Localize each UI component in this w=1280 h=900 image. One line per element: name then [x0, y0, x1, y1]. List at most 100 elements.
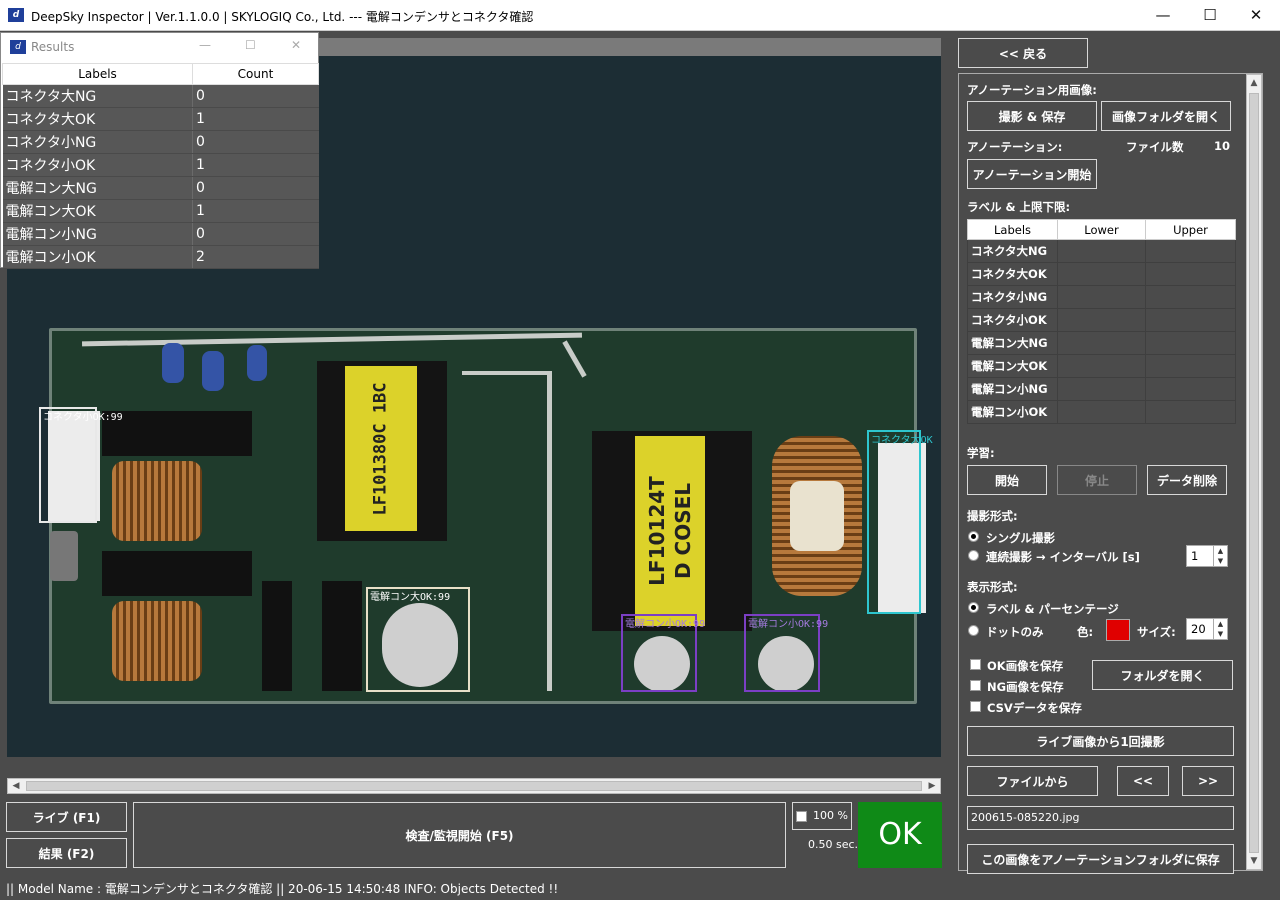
- detection-box: 電解コン大OK:99: [366, 587, 470, 692]
- save-csv-checkbox[interactable]: [970, 701, 981, 712]
- annotation-start-button[interactable]: アノーテーション開始: [967, 159, 1097, 189]
- save-ng-label: NG画像を保存: [987, 680, 1064, 694]
- upper-limit-cell[interactable]: [1145, 354, 1236, 378]
- limit-row[interactable]: 電解コン小OK: [967, 400, 1236, 424]
- label-percent-radio[interactable]: [968, 602, 979, 613]
- upper-limit-cell[interactable]: [1145, 331, 1236, 355]
- upper-limit-cell[interactable]: [1145, 285, 1236, 309]
- upper-limit-cell[interactable]: [1145, 308, 1236, 332]
- results-row: 電解コン大NG 0: [2, 176, 319, 200]
- results-title: Results: [31, 40, 75, 54]
- close-button[interactable]: ✕: [1233, 0, 1279, 31]
- annotation-label: アノーテーション:: [967, 140, 1063, 154]
- window-title: DeepSky Inspector | Ver.1.1.0.0 | SKYLOG…: [31, 10, 534, 24]
- learning-start-button[interactable]: 開始: [967, 465, 1047, 495]
- one-shot-from-live-button[interactable]: ライブ画像から1回撮影: [967, 726, 1234, 756]
- limit-row[interactable]: 電解コン大OK: [967, 354, 1236, 378]
- limit-row[interactable]: コネクタ小OK: [967, 308, 1236, 332]
- scroll-down-icon[interactable]: ▼: [1247, 853, 1261, 869]
- stepper-down-icon[interactable]: ▼: [1214, 556, 1227, 566]
- interval-stepper[interactable]: 1 ▲ ▼: [1186, 545, 1228, 567]
- open-image-folder-button[interactable]: 画像フォルダを開く: [1101, 101, 1231, 131]
- upper-limit-cell[interactable]: [1145, 377, 1236, 401]
- black-component: [262, 581, 292, 691]
- scroll-right-icon[interactable]: ▶: [924, 779, 940, 793]
- metal-bracket: [562, 340, 587, 378]
- metal-bracket: [81, 332, 583, 347]
- upper-limit-cell[interactable]: [1145, 400, 1236, 424]
- scroll-thumb[interactable]: [1249, 93, 1259, 853]
- copper-coil: [112, 461, 202, 541]
- single-shot-radio[interactable]: [968, 531, 979, 542]
- upper-limit-cell[interactable]: [1145, 262, 1236, 286]
- verdict-indicator: OK: [858, 802, 942, 868]
- results-maximize-button[interactable]: ☐: [245, 38, 256, 52]
- results-window[interactable]: d Results — ☐ ✕ Labels Count コネクタ大NG 0 コネク…: [0, 32, 319, 269]
- viewer-horizontal-scrollbar[interactable]: ◀ ▶: [7, 778, 941, 794]
- scroll-up-icon[interactable]: ▲: [1247, 75, 1261, 91]
- scroll-left-icon[interactable]: ◀: [8, 779, 24, 793]
- scroll-thumb[interactable]: [26, 781, 922, 791]
- lower-limit-cell[interactable]: [1057, 308, 1146, 332]
- continuous-shot-radio[interactable]: [968, 550, 979, 561]
- dot-color-swatch[interactable]: [1106, 619, 1130, 641]
- live-button[interactable]: ライブ (F1): [6, 802, 127, 832]
- lower-limit-cell[interactable]: [1057, 262, 1146, 286]
- results-button[interactable]: 結果 (F2): [6, 838, 127, 868]
- results-close-button[interactable]: ✕: [291, 38, 301, 52]
- save-ng-checkbox[interactable]: [970, 680, 981, 691]
- lower-limit-cell[interactable]: [1057, 285, 1146, 309]
- back-button[interactable]: << 戻る: [958, 38, 1088, 68]
- previous-image-button[interactable]: <<: [1117, 766, 1169, 796]
- blue-capacitor: [247, 345, 267, 381]
- stepper-up-icon[interactable]: ▲: [1214, 619, 1227, 629]
- limit-label: コネクタ小OK: [967, 308, 1058, 332]
- limit-label: 電解コン大NG: [967, 331, 1058, 355]
- lower-limit-cell[interactable]: [1057, 354, 1146, 378]
- limit-label: コネクタ大NG: [967, 239, 1058, 263]
- limit-row[interactable]: 電解コン大NG: [967, 331, 1236, 355]
- zoom-checkbox[interactable]: [796, 811, 807, 822]
- lower-limit-cell[interactable]: [1057, 400, 1146, 424]
- from-file-button[interactable]: ファイルから: [967, 766, 1098, 796]
- minimize-button[interactable]: —: [1140, 0, 1186, 31]
- shoot-save-button[interactable]: 撮影 & 保存: [967, 101, 1097, 131]
- delete-data-button[interactable]: データ削除: [1147, 465, 1227, 495]
- zoom-toggle[interactable]: 100 %: [792, 802, 852, 830]
- column-header: Upper: [1145, 219, 1236, 240]
- save-ok-checkbox[interactable]: [970, 659, 981, 670]
- label-limits-table[interactable]: Labels Lower Upper コネクタ大NG コネクタ大OK コネクタ小NG…: [967, 219, 1236, 424]
- stepper-down-icon[interactable]: ▼: [1214, 629, 1227, 639]
- maximize-button[interactable]: ☐: [1187, 0, 1233, 31]
- black-component: [102, 411, 252, 456]
- detection-box: 電解コン小OK:99: [744, 614, 828, 692]
- dot-only-radio[interactable]: [968, 625, 979, 636]
- lower-limit-cell[interactable]: [1057, 331, 1146, 355]
- limit-row[interactable]: コネクタ大OK: [967, 262, 1236, 286]
- save-to-annotation-folder-button[interactable]: この画像をアノーテーションフォルダに保存: [967, 844, 1234, 874]
- limit-row[interactable]: コネクタ大NG: [967, 239, 1236, 263]
- stepper-up-icon[interactable]: ▲: [1214, 546, 1227, 556]
- row-label: 電解コン小NG: [2, 222, 193, 246]
- detection-box: 電解コン小OK:99: [621, 614, 705, 692]
- learning-stop-button[interactable]: 停止: [1057, 465, 1137, 495]
- lower-limit-cell[interactable]: [1057, 377, 1146, 401]
- limit-row[interactable]: 電解コン小NG: [967, 377, 1236, 401]
- app-icon: d: [8, 8, 24, 22]
- results-minimize-button[interactable]: —: [199, 38, 211, 52]
- filename-field[interactable]: 200615-085220.jpg: [967, 806, 1234, 830]
- row-label: 電解コン小OK: [2, 245, 193, 269]
- panel-vertical-scrollbar[interactable]: ▲ ▼: [1246, 74, 1262, 870]
- open-folder-button[interactable]: フォルダを開く: [1092, 660, 1233, 690]
- inspect-start-button[interactable]: 検査/監視開始 (F5): [133, 802, 786, 868]
- upper-limit-cell[interactable]: [1145, 239, 1236, 263]
- row-count: 1: [192, 107, 319, 131]
- metal-bracket: [462, 371, 552, 375]
- size-stepper[interactable]: 20 ▲ ▼: [1186, 618, 1228, 640]
- limit-row[interactable]: コネクタ小NG: [967, 285, 1236, 309]
- lower-limit-cell[interactable]: [1057, 239, 1146, 263]
- results-title-bar: d Results — ☐ ✕: [1, 33, 318, 61]
- next-image-button[interactable]: >>: [1182, 766, 1234, 796]
- transformer-print: LF10124T: [645, 476, 670, 586]
- results-row: 電解コン大OK 1: [2, 199, 319, 223]
